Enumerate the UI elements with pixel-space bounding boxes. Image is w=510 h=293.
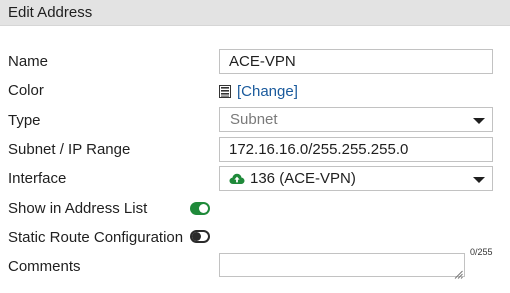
palette-icon (219, 84, 231, 98)
chevron-down-icon (473, 177, 485, 183)
cloud-upload-icon (229, 172, 245, 184)
color-row: Color [Change] (0, 78, 510, 104)
subnet-row: Subnet / IP Range (0, 137, 510, 163)
dialog-title-bar: Edit Address (0, 0, 510, 26)
interface-select-value: 136 (ACE-VPN) (250, 170, 356, 187)
subnet-label: Subnet / IP Range (8, 141, 131, 158)
type-select[interactable]: Subnet (219, 107, 493, 132)
name-label: Name (8, 53, 49, 70)
change-color-link[interactable]: [Change] (237, 83, 298, 100)
type-label: Type (8, 112, 41, 129)
show-in-address-list-label: Show in Address List (8, 200, 148, 217)
resize-grip-icon[interactable] (454, 266, 463, 279)
name-input[interactable] (219, 49, 493, 74)
name-row: Name (0, 49, 510, 75)
color-label: Color (8, 82, 44, 99)
toggle-knob (192, 232, 201, 241)
edit-address-dialog: Edit Address Name Color [Change] Type S (0, 0, 510, 293)
dialog-title: Edit Address (8, 4, 93, 21)
subnet-input[interactable] (219, 137, 493, 162)
static-route-label: Static Route Configuration (8, 229, 184, 246)
comments-textarea[interactable] (219, 253, 465, 279)
comments-label: Comments (8, 258, 81, 275)
comments-char-counter: 0/255 (470, 247, 493, 257)
static-route-toggle[interactable] (190, 230, 210, 243)
chevron-down-icon (473, 118, 485, 124)
toggle-knob (199, 204, 208, 213)
color-picker: [Change] (219, 81, 298, 101)
type-select-value: Subnet (230, 111, 278, 128)
interface-row: Interface 136 (ACE-VPN) (0, 166, 510, 192)
static-route-row: Static Route Configuration (0, 224, 510, 250)
comments-row: Comments 0/255 (0, 247, 510, 279)
interface-select[interactable]: 136 (ACE-VPN) (219, 166, 493, 191)
type-row: Type Subnet (0, 107, 510, 133)
interface-label: Interface (8, 170, 67, 187)
show-in-address-list-row: Show in Address List (0, 195, 510, 221)
show-in-address-list-toggle[interactable] (190, 202, 210, 215)
